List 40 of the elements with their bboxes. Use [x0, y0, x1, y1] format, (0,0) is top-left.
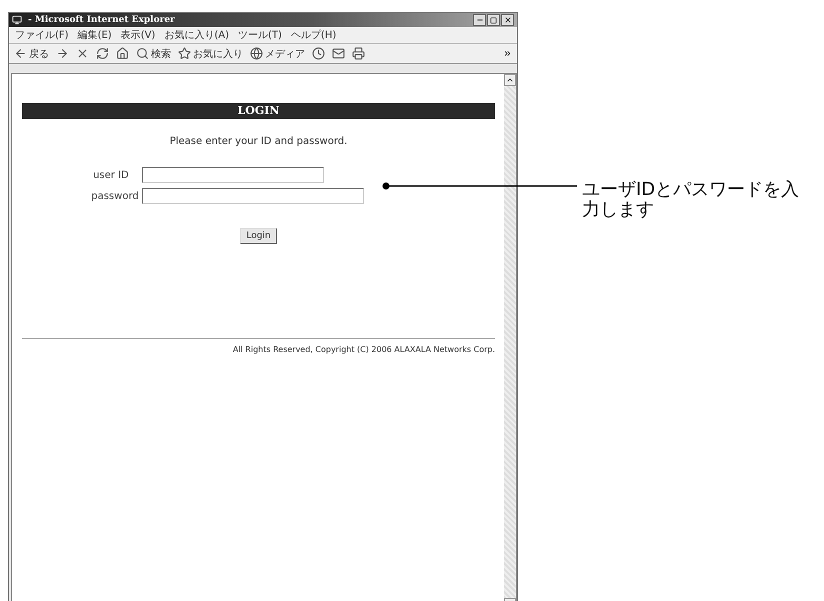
field-label: user ID: [92, 170, 130, 180]
maximize-button[interactable]: [487, 14, 500, 26]
menu-item[interactable]: ファイル(F): [15, 28, 69, 42]
forward-icon[interactable]: [56, 47, 69, 60]
login-button[interactable]: Login: [240, 228, 277, 244]
input-field[interactable]: [142, 188, 364, 204]
star-icon: [178, 47, 191, 60]
refresh-icon[interactable]: [96, 47, 109, 60]
toolbar-button[interactable]: お気に入り: [178, 46, 243, 60]
input-field[interactable]: [142, 167, 324, 183]
toolbar-button[interactable]: 戻る: [14, 46, 49, 60]
close-icon[interactable]: [76, 47, 89, 60]
login-header: LOGIN: [22, 103, 495, 119]
chevron-up-icon: [506, 76, 514, 84]
back-icon: [14, 47, 27, 60]
printer-icon[interactable]: [352, 47, 365, 60]
mail-icon[interactable]: [332, 47, 345, 60]
window-title: - Microsoft Internet Explorer: [28, 15, 175, 25]
menu-item[interactable]: 表示(V): [120, 28, 156, 42]
toolbar-button[interactable]: メディア: [250, 46, 305, 60]
menu-item[interactable]: ツール(T): [238, 28, 282, 42]
copyright-text: All Rights Reserved, Copyright (C) 2006 ALAXALA Networks Corp.: [232, 345, 495, 354]
square-icon: [490, 16, 497, 24]
annotation-text: ユーザIDとパスワードを入力します: [582, 180, 800, 220]
menu-item[interactable]: お気に入り(A): [164, 28, 229, 42]
clock-icon[interactable]: [312, 47, 325, 60]
close-icon: [504, 16, 512, 24]
home-icon[interactable]: [116, 47, 129, 60]
menu-item[interactable]: ヘルプ(H): [290, 28, 336, 42]
minimize-button[interactable]: [473, 14, 486, 26]
globe-icon: [250, 47, 263, 60]
more-icon[interactable]: [503, 49, 512, 58]
search-icon: [136, 47, 149, 60]
scrollbar[interactable]: [504, 74, 516, 601]
instruction-text: Please enter your ID and password.: [170, 136, 348, 147]
toolbar-button[interactable]: 検索: [136, 46, 171, 60]
close-button[interactable]: [501, 14, 514, 26]
field-label: password: [91, 190, 139, 202]
page-icon: [12, 15, 22, 25]
menu-item[interactable]: 編集(E): [78, 28, 112, 42]
